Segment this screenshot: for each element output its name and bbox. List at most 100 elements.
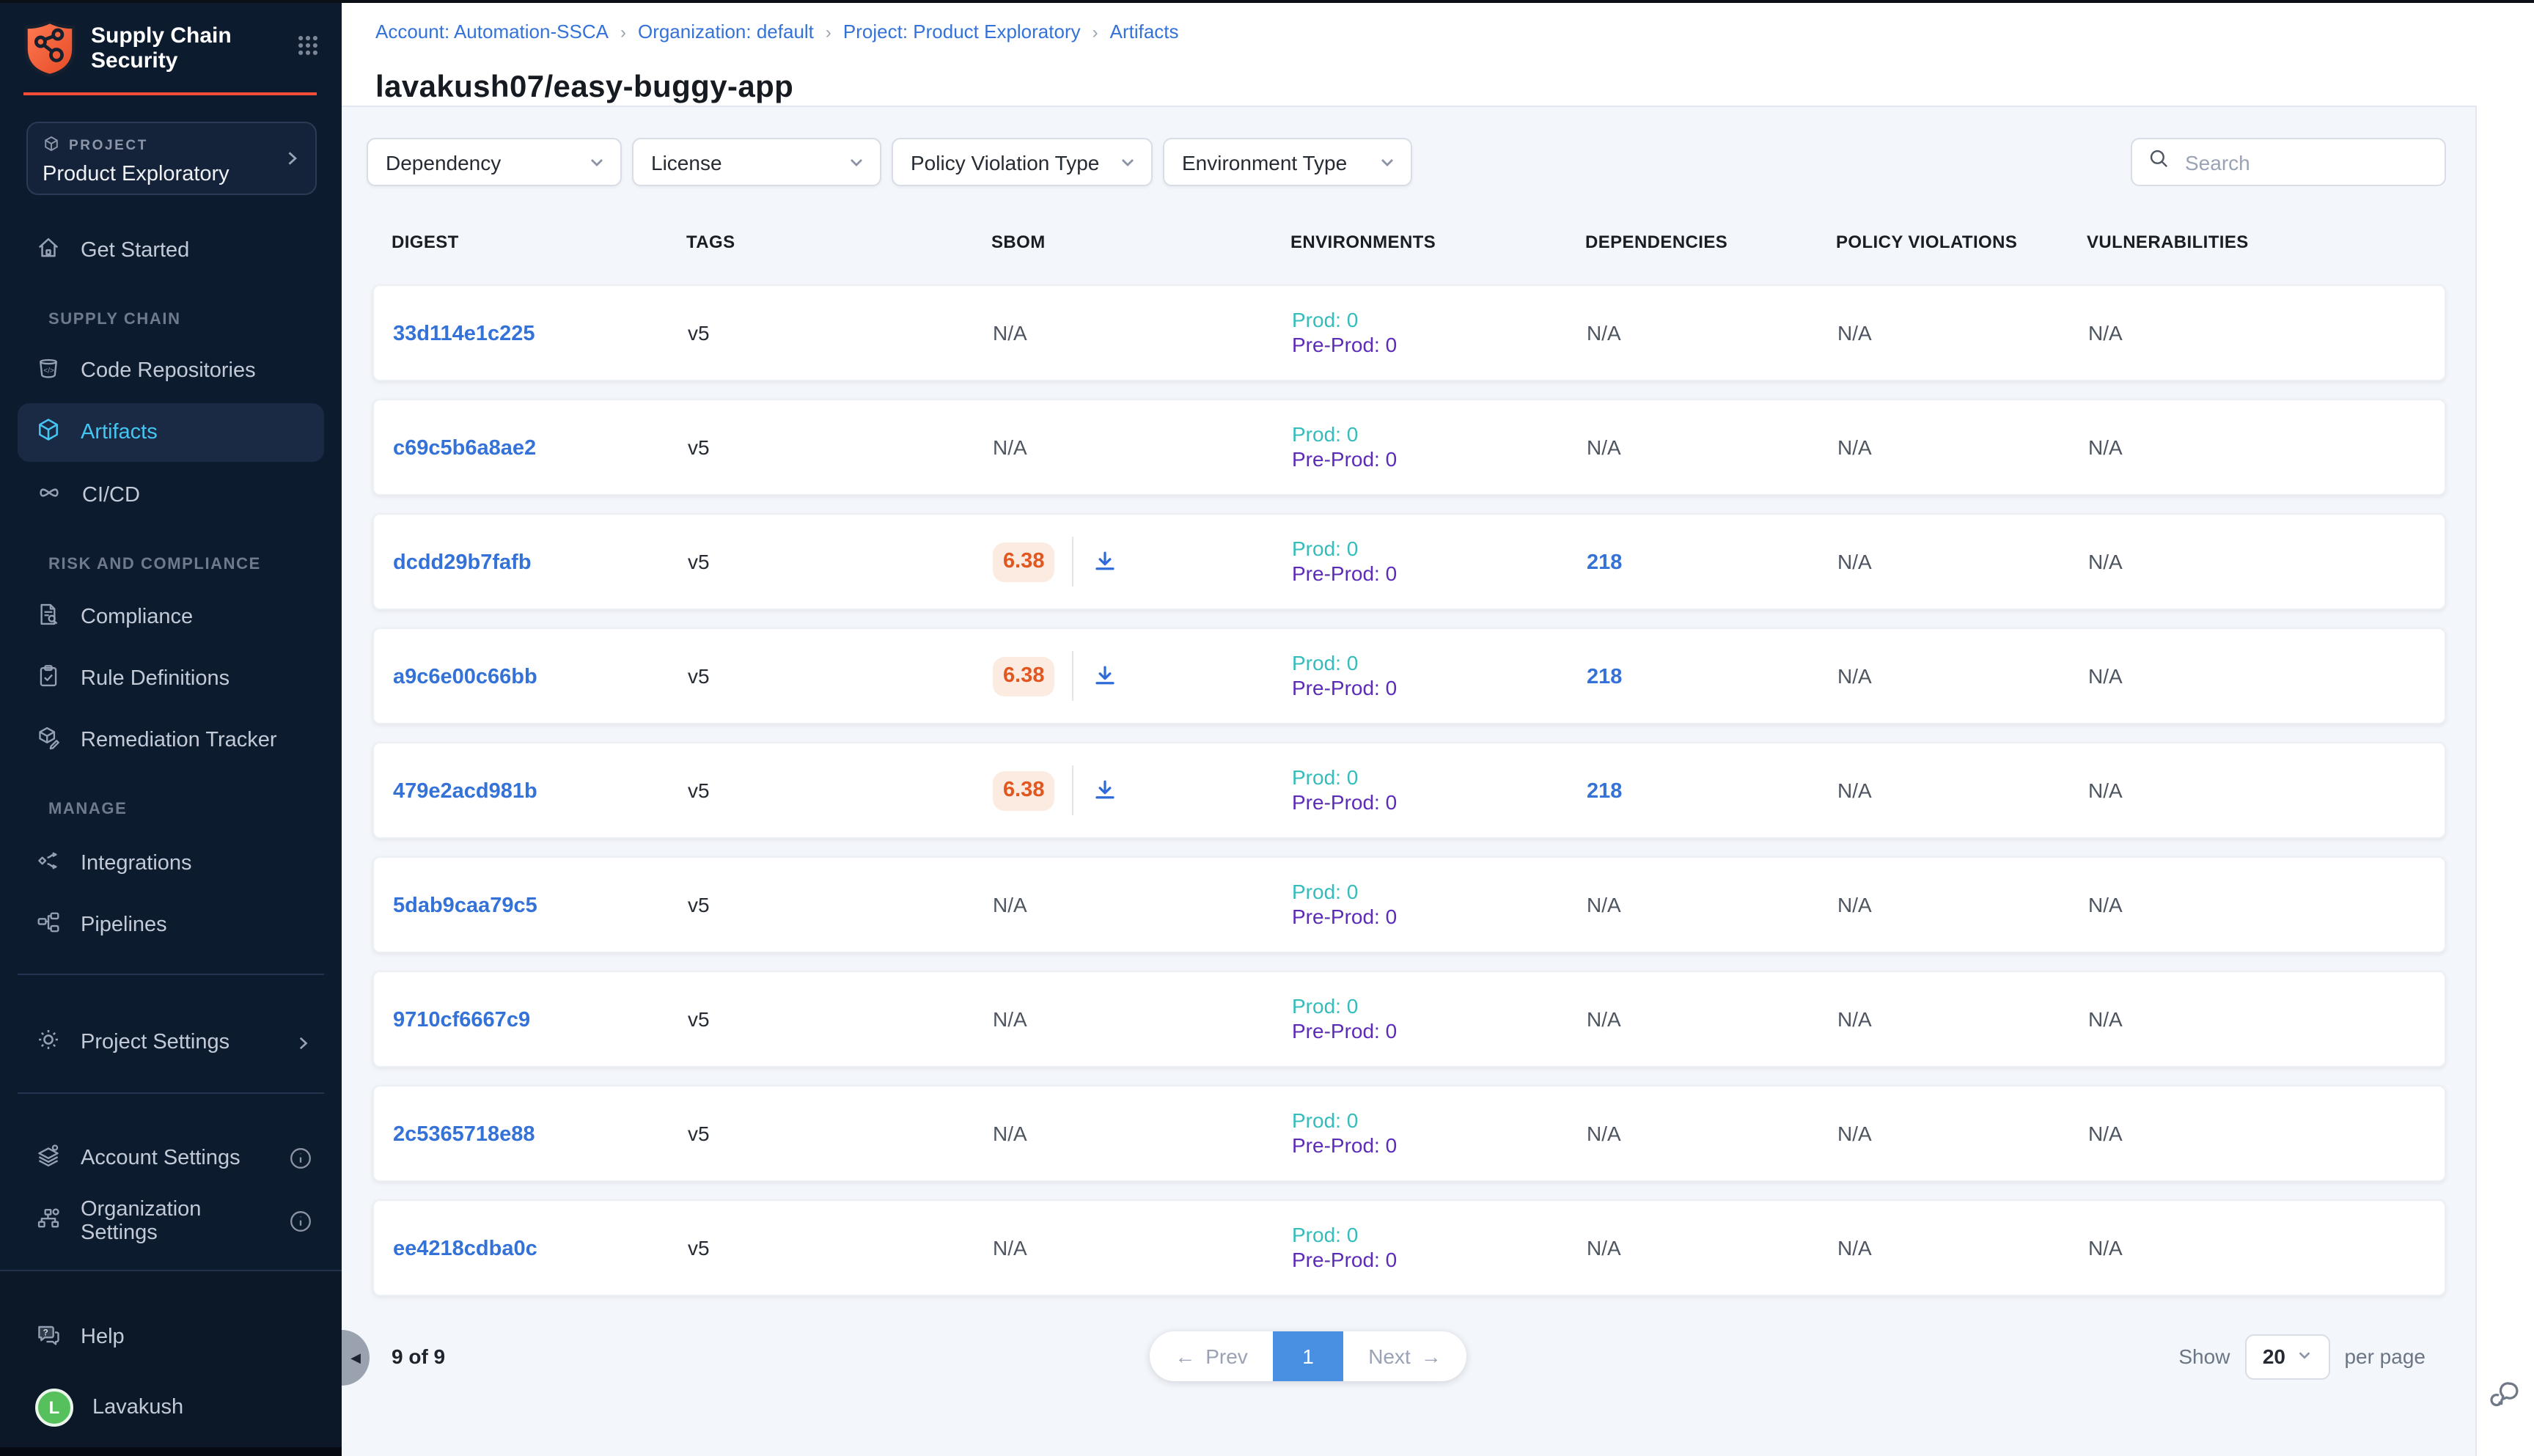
sidebar-item-remediation-tracker[interactable]: Remediation Tracker — [18, 711, 324, 770]
env-prod-count: Prod: 0 — [1292, 765, 1587, 790]
column-header-digest[interactable]: DIGEST — [392, 232, 686, 252]
sidebar-item-help[interactable]: ? Help — [18, 1308, 324, 1367]
digest-cell: 5dab9caa79c5 — [393, 892, 688, 917]
table-row[interactable]: 9710cf6667c9v5N/AProd: 0Pre-Prod: 0N/AN/… — [372, 971, 2446, 1067]
info-icon[interactable] — [289, 1147, 312, 1170]
vulnerabilities-cell: N/A — [2088, 435, 2445, 459]
column-header-dependencies[interactable]: DEPENDENCIES — [1585, 232, 1836, 252]
sidebar-item-account-settings[interactable]: Account Settings — [18, 1129, 324, 1188]
breadcrumb-artifacts[interactable]: Artifacts — [1110, 21, 1179, 43]
info-icon[interactable] — [289, 1210, 312, 1233]
org-chart-gear-icon — [35, 1205, 62, 1238]
sbom-na-value: N/A — [993, 1122, 1027, 1145]
download-sbom-icon[interactable] — [1091, 776, 1119, 804]
section-label-risk-and-compliance: RISK AND COMPLIANCE — [48, 556, 261, 573]
prev-page-button[interactable]: ← Prev — [1150, 1331, 1273, 1381]
next-page-button[interactable]: Next → — [1343, 1331, 1466, 1381]
sbom-score-badge: 6.38 — [993, 542, 1054, 581]
env-prod-count: Prod: 0 — [1292, 651, 1587, 676]
sidebar-item-artifacts[interactable]: Artifacts — [18, 403, 324, 462]
page-size-dropdown[interactable]: 20 — [2244, 1334, 2329, 1379]
table-row[interactable]: 5dab9caa79c5v5N/AProd: 0Pre-Prod: 0N/AN/… — [372, 856, 2446, 953]
dependencies-link[interactable]: 218 — [1587, 779, 1622, 803]
digest-link[interactable]: a9c6e00c66bb — [393, 665, 537, 688]
column-header-tags[interactable]: TAGS — [686, 232, 991, 252]
breadcrumb-account[interactable]: Account: Automation-SSCA — [375, 21, 609, 43]
policy-violations-cell: N/A — [1837, 779, 2088, 802]
column-header-environments[interactable]: ENVIRONMENTS — [1290, 232, 1585, 252]
digest-link[interactable]: dcdd29b7fafb — [393, 551, 532, 574]
sidebar-item-code-repositories[interactable]: </> Code Repositories — [18, 342, 324, 400]
chevron-down-icon — [2296, 1345, 2312, 1368]
filter-environment-type[interactable]: Environment Type — [1163, 138, 1412, 186]
dependencies-cell: 218 — [1587, 778, 1837, 803]
digest-link[interactable]: 2c5365718e88 — [393, 1122, 535, 1146]
vulnerabilities-value: N/A — [2088, 779, 2123, 802]
sidebar-item-label: Help — [81, 1326, 125, 1349]
sidebar-item-label: Code Repositories — [81, 359, 256, 383]
digest-link[interactable]: 9710cf6667c9 — [393, 1008, 530, 1032]
sidebar-collapse-handle[interactable]: ◀ — [342, 1330, 370, 1386]
chat-bubbles-icon[interactable] — [2486, 1375, 2524, 1421]
dependencies-link[interactable]: 218 — [1587, 551, 1622, 574]
digest-link[interactable]: c69c5b6a8ae2 — [393, 436, 536, 460]
breadcrumb-organization[interactable]: Organization: default — [638, 21, 814, 43]
chevron-down-icon — [576, 153, 606, 171]
dependencies-link[interactable]: 218 — [1587, 665, 1622, 688]
column-header-policy-violations[interactable]: POLICY VIOLATIONS — [1836, 232, 2087, 252]
table-row[interactable]: 479e2acd981bv56.38Prod: 0Pre-Prod: 0218N… — [372, 742, 2446, 839]
download-sbom-icon[interactable] — [1091, 548, 1119, 576]
dependencies-cell: 218 — [1587, 549, 1837, 574]
sidebar-item-organization-settings[interactable]: Organization Settings — [18, 1192, 324, 1251]
sidebar-item-project-settings[interactable]: Project Settings — [18, 1013, 324, 1072]
pagination-summary: 9 of 9 — [392, 1345, 445, 1368]
digest-link[interactable]: 5dab9caa79c5 — [393, 894, 537, 917]
digest-link[interactable]: ee4218cdba0c — [393, 1237, 537, 1260]
filter-license[interactable]: License — [632, 138, 881, 186]
breadcrumb-project[interactable]: Project: Product Exploratory — [843, 21, 1081, 43]
sidebar-item-get-started[interactable]: Get Started — [18, 221, 324, 280]
dependencies-cell: N/A — [1587, 893, 1837, 916]
window-top-edge — [0, 0, 2534, 3]
page-title: lavakush07/easy-buggy-app — [375, 70, 793, 106]
digest-link[interactable]: 479e2acd981b — [393, 779, 537, 803]
sbom-cell: N/A — [993, 893, 1292, 916]
table-row[interactable]: 2c5365718e88v5N/AProd: 0Pre-Prod: 0N/AN/… — [372, 1085, 2446, 1182]
filter-policy-violation-type[interactable]: Policy Violation Type — [892, 138, 1153, 186]
sidebar-item-cicd[interactable]: CI/CD — [18, 466, 324, 525]
tags-cell: v5 — [688, 1007, 993, 1031]
sidebar-user[interactable]: L Lavakush — [18, 1378, 324, 1437]
environments-cell: Prod: 0Pre-Prod: 0 — [1292, 765, 1587, 815]
search-input[interactable] — [2182, 149, 2430, 175]
sidebar-item-label: Project Settings — [81, 1031, 229, 1054]
table-row[interactable]: dcdd29b7fafbv56.38Prod: 0Pre-Prod: 0218N… — [372, 513, 2446, 610]
policy-violations-value: N/A — [1837, 435, 1872, 459]
column-header-vulnerabilities[interactable]: VULNERABILITIES — [2087, 232, 2446, 252]
box-pencil-icon — [35, 724, 62, 757]
sidebar-item-pipelines[interactable]: Pipelines — [18, 896, 324, 955]
tags-cell: v5 — [688, 435, 993, 459]
digest-link[interactable]: 33d114e1c225 — [393, 322, 535, 345]
current-page-button[interactable]: 1 — [1273, 1331, 1343, 1381]
dependencies-na-value: N/A — [1587, 435, 1621, 459]
table-row[interactable]: a9c6e00c66bbv56.38Prod: 0Pre-Prod: 0218N… — [372, 628, 2446, 724]
app-switcher-grid-icon[interactable] — [295, 32, 321, 66]
sidebar-item-compliance[interactable]: Compliance — [18, 588, 324, 647]
filter-label: Environment Type — [1182, 150, 1347, 174]
column-header-sbom[interactable]: SBOM — [991, 232, 1290, 252]
shield-logo-icon — [23, 19, 76, 85]
sidebar-item-label: Integrations — [81, 852, 192, 875]
table-row[interactable]: c69c5b6a8ae2v5N/AProd: 0Pre-Prod: 0N/AN/… — [372, 399, 2446, 496]
sidebar-item-rule-definitions[interactable]: Rule Definitions — [18, 650, 324, 708]
project-selector[interactable]: PROJECT Product Exploratory — [26, 122, 317, 195]
env-preprod-count: Pre-Prod: 0 — [1292, 333, 1587, 358]
sidebar-item-integrations[interactable]: Integrations — [18, 834, 324, 893]
download-sbom-icon[interactable] — [1091, 662, 1119, 690]
digest-cell: 33d114e1c225 — [393, 320, 688, 345]
breadcrumb: Account: Automation-SSCA › Organization:… — [375, 21, 1179, 43]
table-row[interactable]: ee4218cdba0cv5N/AProd: 0Pre-Prod: 0N/AN/… — [372, 1199, 2446, 1296]
filter-dependency[interactable]: Dependency — [367, 138, 622, 186]
table-row[interactable]: 33d114e1c225v5N/AProd: 0Pre-Prod: 0N/AN/… — [372, 284, 2446, 381]
chevron-down-icon — [1107, 153, 1136, 171]
policy-violations-value: N/A — [1837, 1007, 1872, 1031]
